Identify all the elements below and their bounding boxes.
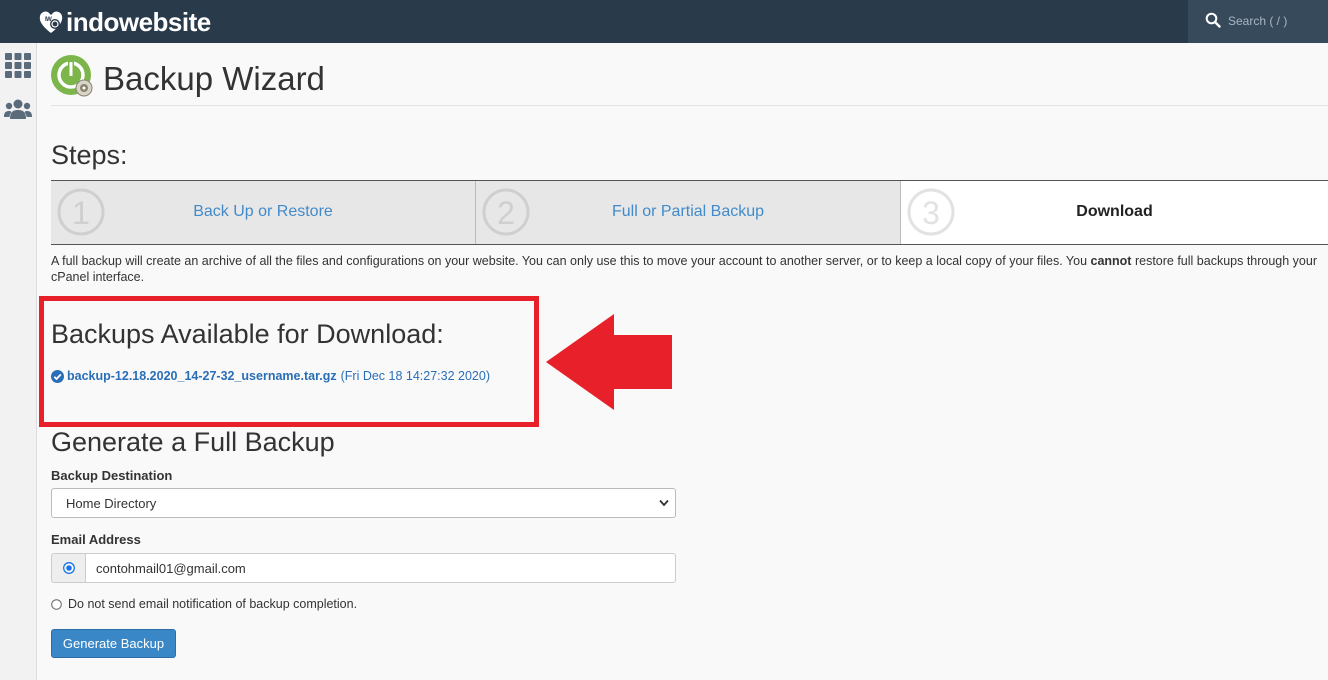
- sidebar: [0, 43, 37, 680]
- step-2-label[interactable]: Full or Partial Backup: [476, 203, 900, 221]
- red-arrow-annotation: [546, 314, 672, 410]
- no-email-radio[interactable]: [51, 598, 62, 610]
- no-email-label: Do not send email notification of backup…: [68, 597, 358, 611]
- search-icon: [1205, 12, 1221, 28]
- step-1-label[interactable]: Back Up or Restore: [51, 203, 475, 221]
- chevron-down-icon: [659, 499, 669, 507]
- top-bar: IW indowebsite: [0, 0, 1328, 43]
- check-circle-icon: [51, 369, 64, 383]
- steps-heading: Steps:: [51, 140, 128, 170]
- users-icon[interactable]: [4, 95, 32, 123]
- page-header: Backup Wizard: [51, 55, 1328, 106]
- backup-destination-select[interactable]: Home Directory: [51, 488, 676, 518]
- search-input[interactable]: [1228, 12, 1318, 30]
- brand-heart-icon: IW: [39, 11, 63, 33]
- highlight-annotation-box: [39, 296, 539, 427]
- email-radio-addon: [51, 553, 86, 583]
- email-address-group: [51, 553, 676, 583]
- search-box: [1188, 0, 1328, 43]
- no-email-option[interactable]: Do not send email notification of backup…: [51, 597, 357, 611]
- page-title: Backup Wizard: [103, 60, 325, 97]
- step-full-or-partial-backup[interactable]: 2 Full or Partial Backup: [476, 181, 901, 244]
- apps-grid-icon[interactable]: [4, 51, 32, 79]
- backup-date: (Fri Dec 18 14:27:32 2020): [340, 369, 490, 383]
- backup-download-link[interactable]: backup-12.18.2020_14-27-32_username.tar.…: [67, 369, 337, 383]
- email-address-label: Email Address: [51, 532, 141, 547]
- backups-available-heading: Backups Available for Download:: [51, 319, 444, 349]
- svg-text:IW: IW: [45, 17, 52, 23]
- backup-destination-label: Backup Destination: [51, 468, 173, 483]
- email-address-input[interactable]: [85, 553, 676, 583]
- generate-full-backup-heading: Generate a Full Backup: [51, 427, 335, 457]
- step-back-up-or-restore[interactable]: 1 Back Up or Restore: [51, 181, 476, 244]
- step-3-label: Download: [1076, 203, 1153, 220]
- description-emphasis: cannot: [1090, 254, 1132, 268]
- email-radio-selected[interactable]: [63, 562, 75, 574]
- brand-name: indowebsite: [66, 6, 211, 37]
- description-text: A full backup will create an archive of …: [51, 254, 1091, 268]
- backup-list-item: backup-12.18.2020_14-27-32_username.tar.…: [51, 369, 490, 383]
- brand-logo[interactable]: IW indowebsite: [38, 6, 211, 38]
- backup-wizard-icon: [51, 55, 93, 97]
- generate-backup-button[interactable]: Generate Backup: [51, 629, 176, 658]
- step-download: 3 Download: [901, 181, 1328, 244]
- full-backup-description: A full backup will create an archive of …: [51, 253, 1321, 285]
- steps-bar: 1 Back Up or Restore 2 Full or Partial B…: [51, 180, 1328, 245]
- backup-destination-value: Home Directory: [66, 496, 157, 511]
